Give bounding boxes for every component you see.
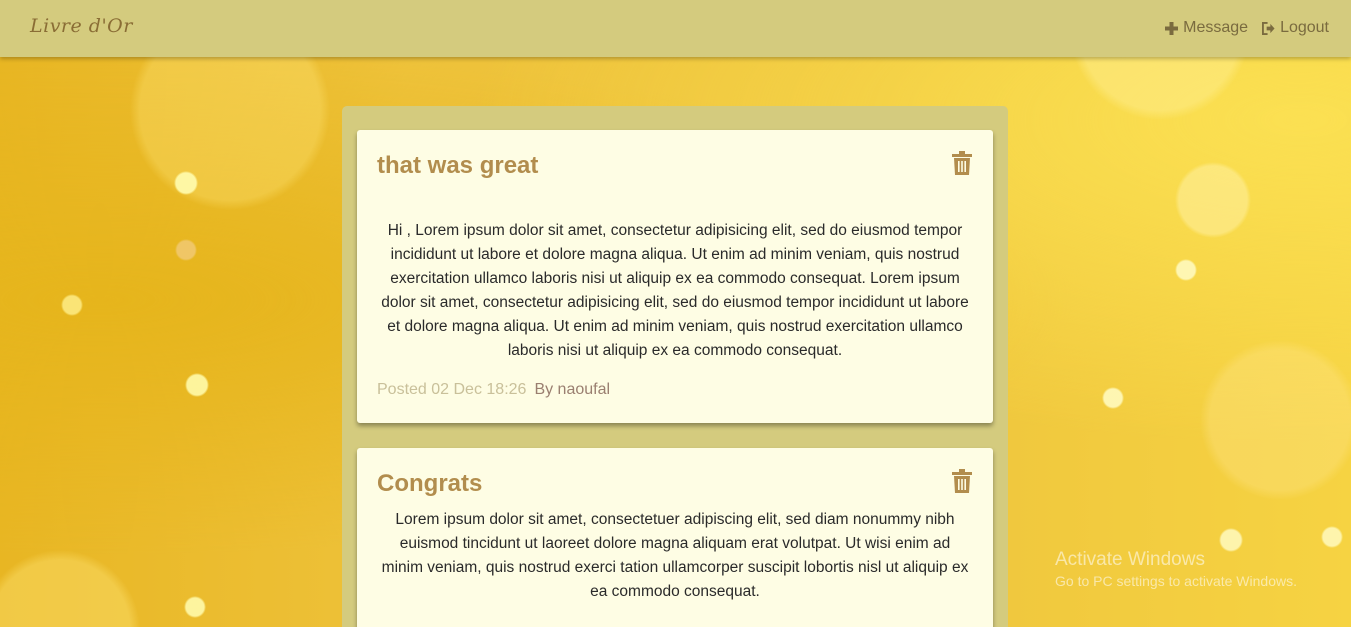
message-meta: Posted 02 Dec 18:26 By naoufal: [377, 381, 610, 399]
message-title: that was great: [377, 152, 539, 179]
trash-icon[interactable]: [952, 469, 972, 493]
plus-icon: [1165, 21, 1179, 35]
new-message-link[interactable]: Message: [1165, 19, 1248, 37]
logout-icon: [1262, 21, 1275, 35]
message-card: Congrats Lorem ipsum dolor sit amet, con…: [357, 448, 993, 627]
navbar: Livre d'Or Message Logout: [0, 0, 1351, 57]
message-body: Hi , Lorem ipsum dolor sit amet, consect…: [381, 222, 969, 359]
message-card: that was great Hi , Lorem ipsum dolor si…: [357, 130, 993, 423]
brand-logo[interactable]: Livre d'Or: [30, 15, 133, 37]
messages-container: that was great Hi , Lorem ipsum dolor si…: [342, 106, 1008, 627]
message-body: Lorem ipsum dolor sit amet, consectetuer…: [381, 511, 969, 600]
trash-icon[interactable]: [952, 151, 972, 175]
message-title: Congrats: [377, 470, 483, 497]
activate-windows-watermark: Activate Windows Go to PC settings to ac…: [1055, 549, 1297, 589]
author-name: By naoufal: [534, 381, 611, 398]
new-message-label: Message: [1183, 19, 1249, 36]
logout-link[interactable]: Logout: [1262, 19, 1329, 37]
nav-links: Message Logout: [1165, 19, 1329, 37]
watermark-title: Activate Windows: [1055, 549, 1205, 570]
logout-label: Logout: [1280, 19, 1329, 36]
posted-date: Posted 02 Dec 18:26: [377, 381, 527, 398]
watermark-subtitle: Go to PC settings to activate Windows.: [1055, 573, 1297, 589]
